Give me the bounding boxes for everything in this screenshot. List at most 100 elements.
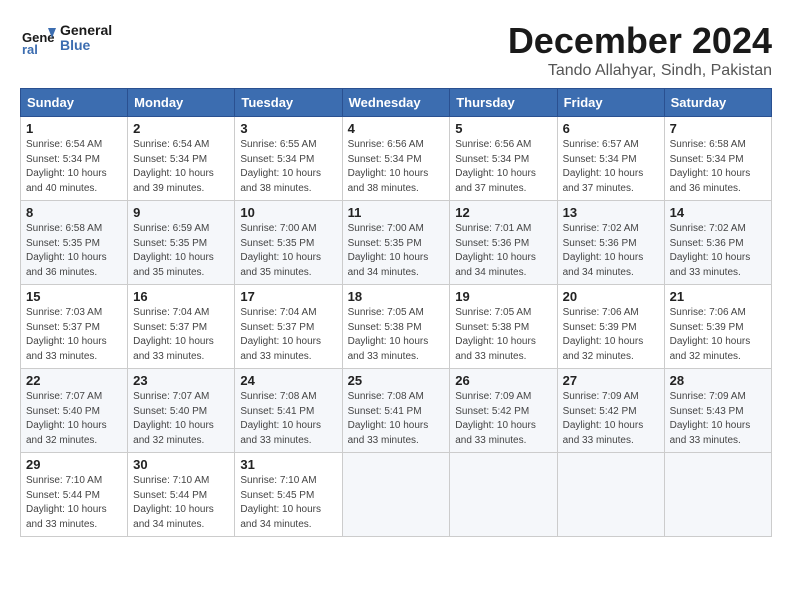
- week-row-5: 29Sunrise: 7:10 AMSunset: 5:44 PMDayligh…: [21, 453, 772, 537]
- day-info: Sunrise: 7:05 AMSunset: 5:38 PMDaylight:…: [348, 306, 445, 364]
- day-number: 19: [455, 289, 551, 304]
- calendar-cell: 15 Sunrise: 7:03 AMSunset: 5:37 PMDayligh…: [21, 285, 128, 369]
- day-number: 6: [563, 121, 659, 136]
- day-number: 4: [348, 121, 445, 136]
- day-info: Sunrise: 7:02 AMSunset: 5:36 PMDaylight:…: [563, 222, 659, 280]
- day-number: 25: [348, 373, 445, 388]
- day-number: 2: [133, 121, 229, 136]
- day-number: 18: [348, 289, 445, 304]
- calendar-cell: 30 Sunrise: 7:10 AMSunset: 5:44 PMDayligh…: [128, 453, 235, 537]
- calendar-cell: 7 Sunrise: 6:58 AMSunset: 5:34 PMDaylight…: [664, 117, 771, 201]
- day-number: 10: [240, 205, 336, 220]
- svg-text:ral: ral: [22, 42, 38, 56]
- day-info: Sunrise: 7:07 AMSunset: 5:40 PMDaylight:…: [133, 390, 229, 448]
- day-number: 22: [26, 373, 122, 388]
- weekday-header-thursday: Thursday: [450, 89, 557, 117]
- day-info: Sunrise: 7:01 AMSunset: 5:36 PMDaylight:…: [455, 222, 551, 280]
- day-info: Sunrise: 7:04 AMSunset: 5:37 PMDaylight:…: [133, 306, 229, 364]
- day-number: 14: [670, 205, 766, 220]
- month-title: December 2024: [508, 20, 772, 62]
- calendar-cell: 17Sunrise: 7:04 AMSunset: 5:37 PMDayligh…: [235, 285, 342, 369]
- weekday-header-sunday: Sunday: [21, 89, 128, 117]
- calendar-cell: 24Sunrise: 7:08 AMSunset: 5:41 PMDayligh…: [235, 369, 342, 453]
- calendar-cell: 10 Sunrise: 7:00 AMSunset: 5:35 PMDayligh…: [235, 201, 342, 285]
- day-info: Sunrise: 7:03 AMSunset: 5:37 PMDaylight:…: [26, 306, 122, 364]
- day-info: Sunrise: 7:02 AMSunset: 5:36 PMDaylight:…: [670, 222, 766, 280]
- day-number: 23: [133, 373, 229, 388]
- day-info: Sunrise: 7:08 AMSunset: 5:41 PMDaylight:…: [240, 390, 336, 448]
- calendar-cell: 26 Sunrise: 7:09 AMSunset: 5:42 PMDayligh…: [450, 369, 557, 453]
- calendar-cell: 5Sunrise: 6:56 AMSunset: 5:34 PMDaylight…: [450, 117, 557, 201]
- calendar-cell: [450, 453, 557, 537]
- title-block: December 2024 Tando Allahyar, Sindh, Pak…: [508, 20, 772, 80]
- calendar: SundayMondayTuesdayWednesdayThursdayFrid…: [20, 88, 772, 537]
- calendar-cell: 22 Sunrise: 7:07 AMSunset: 5:40 PMDayligh…: [21, 369, 128, 453]
- day-number: 8: [26, 205, 122, 220]
- day-info: Sunrise: 6:57 AMSunset: 5:34 PMDaylight:…: [563, 138, 659, 196]
- day-info: Sunrise: 7:09 AMSunset: 5:42 PMDaylight:…: [563, 390, 659, 448]
- calendar-cell: 1 Sunrise: 6:54 AMSunset: 5:34 PMDaylight…: [21, 117, 128, 201]
- day-number: 7: [670, 121, 766, 136]
- calendar-cell: 14 Sunrise: 7:02 AMSunset: 5:36 PMDayligh…: [664, 201, 771, 285]
- weekday-header-monday: Monday: [128, 89, 235, 117]
- day-number: 26: [455, 373, 551, 388]
- day-info: Sunrise: 7:10 AMSunset: 5:44 PMDaylight:…: [133, 474, 229, 532]
- calendar-cell: 16Sunrise: 7:04 AMSunset: 5:37 PMDayligh…: [128, 285, 235, 369]
- day-number: 15: [26, 289, 122, 304]
- calendar-cell: 25 Sunrise: 7:08 AMSunset: 5:41 PMDayligh…: [342, 369, 450, 453]
- day-number: 28: [670, 373, 766, 388]
- day-info: Sunrise: 6:54 AMSunset: 5:34 PMDaylight:…: [133, 138, 229, 196]
- calendar-cell: [664, 453, 771, 537]
- week-row-1: 1 Sunrise: 6:54 AMSunset: 5:34 PMDaylight…: [21, 117, 772, 201]
- day-number: 31: [240, 457, 336, 472]
- day-number: 3: [240, 121, 336, 136]
- day-info: Sunrise: 7:00 AMSunset: 5:35 PMDaylight:…: [240, 222, 336, 280]
- calendar-cell: 19 Sunrise: 7:05 AMSunset: 5:38 PMDayligh…: [450, 285, 557, 369]
- day-info: Sunrise: 6:58 AMSunset: 5:34 PMDaylight:…: [670, 138, 766, 196]
- calendar-cell: 20 Sunrise: 7:06 AMSunset: 5:39 PMDayligh…: [557, 285, 664, 369]
- calendar-cell: 12 Sunrise: 7:01 AMSunset: 5:36 PMDayligh…: [450, 201, 557, 285]
- day-info: Sunrise: 7:08 AMSunset: 5:41 PMDaylight:…: [348, 390, 445, 448]
- day-info: Sunrise: 7:10 AMSunset: 5:45 PMDaylight:…: [240, 474, 336, 532]
- day-number: 27: [563, 373, 659, 388]
- location: Tando Allahyar, Sindh, Pakistan: [508, 62, 772, 80]
- day-info: Sunrise: 7:04 AMSunset: 5:37 PMDaylight:…: [240, 306, 336, 364]
- calendar-cell: 11Sunrise: 7:00 AMSunset: 5:35 PMDayligh…: [342, 201, 450, 285]
- calendar-cell: 8Sunrise: 6:58 AMSunset: 5:35 PMDaylight…: [21, 201, 128, 285]
- logo-blue: Blue: [60, 38, 112, 53]
- day-info: Sunrise: 7:05 AMSunset: 5:38 PMDaylight:…: [455, 306, 551, 364]
- week-row-2: 8Sunrise: 6:58 AMSunset: 5:35 PMDaylight…: [21, 201, 772, 285]
- calendar-cell: 18 Sunrise: 7:05 AMSunset: 5:38 PMDayligh…: [342, 285, 450, 369]
- calendar-cell: 27 Sunrise: 7:09 AMSunset: 5:42 PMDayligh…: [557, 369, 664, 453]
- day-info: Sunrise: 6:55 AMSunset: 5:34 PMDaylight:…: [240, 138, 336, 196]
- week-row-4: 22 Sunrise: 7:07 AMSunset: 5:40 PMDayligh…: [21, 369, 772, 453]
- weekday-header-tuesday: Tuesday: [235, 89, 342, 117]
- day-number: 11: [348, 205, 445, 220]
- calendar-cell: 31 Sunrise: 7:10 AMSunset: 5:45 PMDayligh…: [235, 453, 342, 537]
- day-number: 20: [563, 289, 659, 304]
- calendar-cell: [557, 453, 664, 537]
- calendar-cell: 3 Sunrise: 6:55 AMSunset: 5:34 PMDaylight…: [235, 117, 342, 201]
- week-row-3: 15 Sunrise: 7:03 AMSunset: 5:37 PMDayligh…: [21, 285, 772, 369]
- day-number: 12: [455, 205, 551, 220]
- day-info: Sunrise: 7:06 AMSunset: 5:39 PMDaylight:…: [670, 306, 766, 364]
- calendar-cell: 21Sunrise: 7:06 AMSunset: 5:39 PMDayligh…: [664, 285, 771, 369]
- calendar-cell: 29Sunrise: 7:10 AMSunset: 5:44 PMDayligh…: [21, 453, 128, 537]
- calendar-cell: 6 Sunrise: 6:57 AMSunset: 5:34 PMDaylight…: [557, 117, 664, 201]
- calendar-cell: 2 Sunrise: 6:54 AMSunset: 5:34 PMDaylight…: [128, 117, 235, 201]
- weekday-header-row: SundayMondayTuesdayWednesdayThursdayFrid…: [21, 89, 772, 117]
- day-info: Sunrise: 7:06 AMSunset: 5:39 PMDaylight:…: [563, 306, 659, 364]
- day-info: Sunrise: 6:54 AMSunset: 5:34 PMDaylight:…: [26, 138, 122, 196]
- day-number: 30: [133, 457, 229, 472]
- weekday-header-friday: Friday: [557, 89, 664, 117]
- day-info: Sunrise: 6:56 AMSunset: 5:34 PMDaylight:…: [455, 138, 551, 196]
- day-info: Sunrise: 6:59 AMSunset: 5:35 PMDaylight:…: [133, 222, 229, 280]
- calendar-cell: 4Sunrise: 6:56 AMSunset: 5:34 PMDaylight…: [342, 117, 450, 201]
- day-number: 9: [133, 205, 229, 220]
- day-info: Sunrise: 7:07 AMSunset: 5:40 PMDaylight:…: [26, 390, 122, 448]
- calendar-cell: 23 Sunrise: 7:07 AMSunset: 5:40 PMDayligh…: [128, 369, 235, 453]
- day-number: 1: [26, 121, 122, 136]
- calendar-cell: 28Sunrise: 7:09 AMSunset: 5:43 PMDayligh…: [664, 369, 771, 453]
- calendar-cell: [342, 453, 450, 537]
- day-info: Sunrise: 7:09 AMSunset: 5:42 PMDaylight:…: [455, 390, 551, 448]
